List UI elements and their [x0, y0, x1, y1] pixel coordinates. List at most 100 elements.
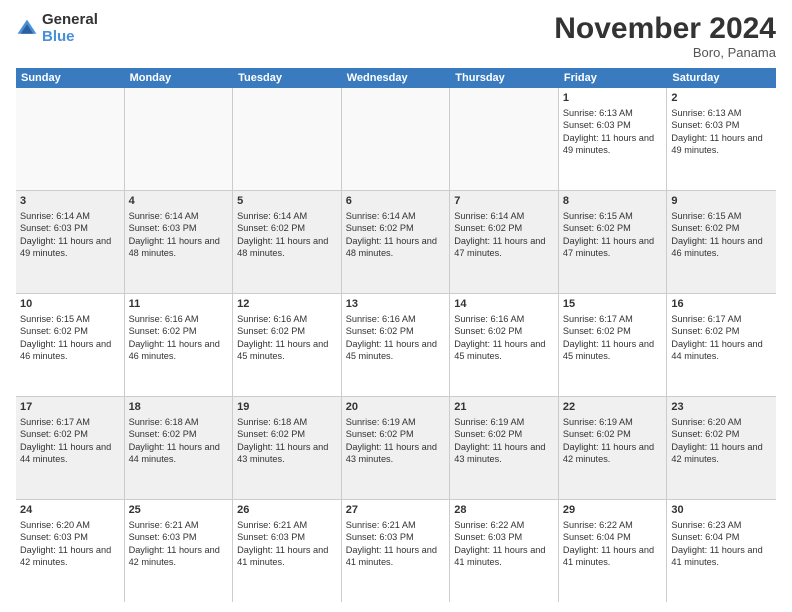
day-info: Daylight: 11 hours and 44 minutes.	[20, 441, 120, 466]
day-number: 3	[20, 194, 120, 209]
day-info: Sunrise: 6:18 AM	[237, 416, 337, 428]
day-number: 26	[237, 503, 337, 518]
calendar-row: 24Sunrise: 6:20 AMSunset: 6:03 PMDayligh…	[16, 500, 776, 602]
day-info: Sunset: 6:03 PM	[129, 531, 229, 543]
day-number: 14	[454, 297, 554, 312]
month-title: November 2024	[554, 12, 776, 45]
calendar-cell: 8Sunrise: 6:15 AMSunset: 6:02 PMDaylight…	[559, 191, 668, 293]
calendar-cell: 24Sunrise: 6:20 AMSunset: 6:03 PMDayligh…	[16, 500, 125, 602]
day-number: 22	[563, 400, 663, 415]
day-info: Daylight: 11 hours and 41 minutes.	[671, 544, 772, 569]
day-info: Daylight: 11 hours and 46 minutes.	[20, 338, 120, 363]
day-number: 1	[563, 91, 663, 106]
day-info: Sunset: 6:02 PM	[20, 325, 120, 337]
calendar-cell: 1Sunrise: 6:13 AMSunset: 6:03 PMDaylight…	[559, 88, 668, 190]
calendar-row: 17Sunrise: 6:17 AMSunset: 6:02 PMDayligh…	[16, 397, 776, 500]
calendar-cell: 19Sunrise: 6:18 AMSunset: 6:02 PMDayligh…	[233, 397, 342, 499]
page: General Blue November 2024 Boro, Panama …	[0, 0, 792, 612]
cal-header-cell: Wednesday	[342, 68, 451, 88]
logo-icon	[16, 18, 38, 40]
calendar-cell: 5Sunrise: 6:14 AMSunset: 6:02 PMDaylight…	[233, 191, 342, 293]
day-info: Sunset: 6:02 PM	[237, 428, 337, 440]
day-info: Sunrise: 6:22 AM	[454, 519, 554, 531]
day-info: Sunset: 6:03 PM	[129, 222, 229, 234]
calendar-cell: 16Sunrise: 6:17 AMSunset: 6:02 PMDayligh…	[667, 294, 776, 396]
day-info: Sunrise: 6:16 AM	[454, 313, 554, 325]
calendar-cell: 30Sunrise: 6:23 AMSunset: 6:04 PMDayligh…	[667, 500, 776, 602]
day-info: Sunrise: 6:14 AM	[20, 210, 120, 222]
day-info: Daylight: 11 hours and 41 minutes.	[237, 544, 337, 569]
day-info: Sunset: 6:02 PM	[237, 222, 337, 234]
day-info: Sunrise: 6:17 AM	[563, 313, 663, 325]
day-info: Sunrise: 6:18 AM	[129, 416, 229, 428]
day-info: Daylight: 11 hours and 42 minutes.	[563, 441, 663, 466]
day-info: Sunrise: 6:15 AM	[671, 210, 772, 222]
day-info: Sunset: 6:02 PM	[20, 428, 120, 440]
day-info: Sunset: 6:02 PM	[563, 325, 663, 337]
calendar: SundayMondayTuesdayWednesdayThursdayFrid…	[16, 68, 776, 602]
day-info: Sunrise: 6:21 AM	[129, 519, 229, 531]
day-info: Sunset: 6:04 PM	[563, 531, 663, 543]
calendar-cell: 25Sunrise: 6:21 AMSunset: 6:03 PMDayligh…	[125, 500, 234, 602]
calendar-body: 1Sunrise: 6:13 AMSunset: 6:03 PMDaylight…	[16, 88, 776, 602]
day-info: Sunset: 6:02 PM	[563, 428, 663, 440]
calendar-cell: 20Sunrise: 6:19 AMSunset: 6:02 PMDayligh…	[342, 397, 451, 499]
logo-blue: Blue	[42, 29, 98, 46]
day-info: Sunset: 6:03 PM	[237, 531, 337, 543]
calendar-cell: 11Sunrise: 6:16 AMSunset: 6:02 PMDayligh…	[125, 294, 234, 396]
calendar-cell: 13Sunrise: 6:16 AMSunset: 6:02 PMDayligh…	[342, 294, 451, 396]
day-number: 12	[237, 297, 337, 312]
calendar-cell: 2Sunrise: 6:13 AMSunset: 6:03 PMDaylight…	[667, 88, 776, 190]
day-info: Sunset: 6:02 PM	[346, 222, 446, 234]
day-info: Sunset: 6:02 PM	[671, 222, 772, 234]
day-info: Daylight: 11 hours and 41 minutes.	[346, 544, 446, 569]
day-number: 11	[129, 297, 229, 312]
day-number: 6	[346, 194, 446, 209]
day-info: Sunrise: 6:19 AM	[454, 416, 554, 428]
cal-header-cell: Friday	[559, 68, 668, 88]
day-number: 25	[129, 503, 229, 518]
day-number: 9	[671, 194, 772, 209]
day-info: Sunrise: 6:15 AM	[563, 210, 663, 222]
day-info: Daylight: 11 hours and 45 minutes.	[563, 338, 663, 363]
day-info: Sunset: 6:03 PM	[671, 119, 772, 131]
day-info: Sunrise: 6:20 AM	[671, 416, 772, 428]
day-info: Daylight: 11 hours and 43 minutes.	[454, 441, 554, 466]
calendar-row: 3Sunrise: 6:14 AMSunset: 6:03 PMDaylight…	[16, 191, 776, 294]
day-info: Sunrise: 6:14 AM	[454, 210, 554, 222]
cal-header-cell: Sunday	[16, 68, 125, 88]
calendar-row: 10Sunrise: 6:15 AMSunset: 6:02 PMDayligh…	[16, 294, 776, 397]
day-info: Sunrise: 6:21 AM	[237, 519, 337, 531]
calendar-cell: 15Sunrise: 6:17 AMSunset: 6:02 PMDayligh…	[559, 294, 668, 396]
calendar-cell: 12Sunrise: 6:16 AMSunset: 6:02 PMDayligh…	[233, 294, 342, 396]
day-number: 7	[454, 194, 554, 209]
day-number: 29	[563, 503, 663, 518]
calendar-cell: 18Sunrise: 6:18 AMSunset: 6:02 PMDayligh…	[125, 397, 234, 499]
day-number: 28	[454, 503, 554, 518]
day-info: Sunset: 6:03 PM	[454, 531, 554, 543]
calendar-cell: 14Sunrise: 6:16 AMSunset: 6:02 PMDayligh…	[450, 294, 559, 396]
day-info: Daylight: 11 hours and 41 minutes.	[563, 544, 663, 569]
logo-general: General	[42, 12, 98, 29]
day-info: Daylight: 11 hours and 49 minutes.	[563, 132, 663, 157]
day-info: Sunset: 6:03 PM	[20, 222, 120, 234]
day-info: Sunset: 6:02 PM	[346, 325, 446, 337]
cal-header-cell: Thursday	[450, 68, 559, 88]
cal-header-cell: Tuesday	[233, 68, 342, 88]
day-info: Sunrise: 6:15 AM	[20, 313, 120, 325]
day-info: Daylight: 11 hours and 48 minutes.	[129, 235, 229, 260]
calendar-cell: 26Sunrise: 6:21 AMSunset: 6:03 PMDayligh…	[233, 500, 342, 602]
day-info: Daylight: 11 hours and 47 minutes.	[454, 235, 554, 260]
calendar-cell: 28Sunrise: 6:22 AMSunset: 6:03 PMDayligh…	[450, 500, 559, 602]
calendar-cell: 29Sunrise: 6:22 AMSunset: 6:04 PMDayligh…	[559, 500, 668, 602]
calendar-cell	[450, 88, 559, 190]
day-number: 5	[237, 194, 337, 209]
calendar-cell: 3Sunrise: 6:14 AMSunset: 6:03 PMDaylight…	[16, 191, 125, 293]
day-info: Daylight: 11 hours and 47 minutes.	[563, 235, 663, 260]
day-info: Daylight: 11 hours and 41 minutes.	[454, 544, 554, 569]
day-info: Sunrise: 6:17 AM	[20, 416, 120, 428]
calendar-cell: 17Sunrise: 6:17 AMSunset: 6:02 PMDayligh…	[16, 397, 125, 499]
day-number: 18	[129, 400, 229, 415]
day-info: Sunset: 6:03 PM	[563, 119, 663, 131]
day-info: Daylight: 11 hours and 46 minutes.	[671, 235, 772, 260]
